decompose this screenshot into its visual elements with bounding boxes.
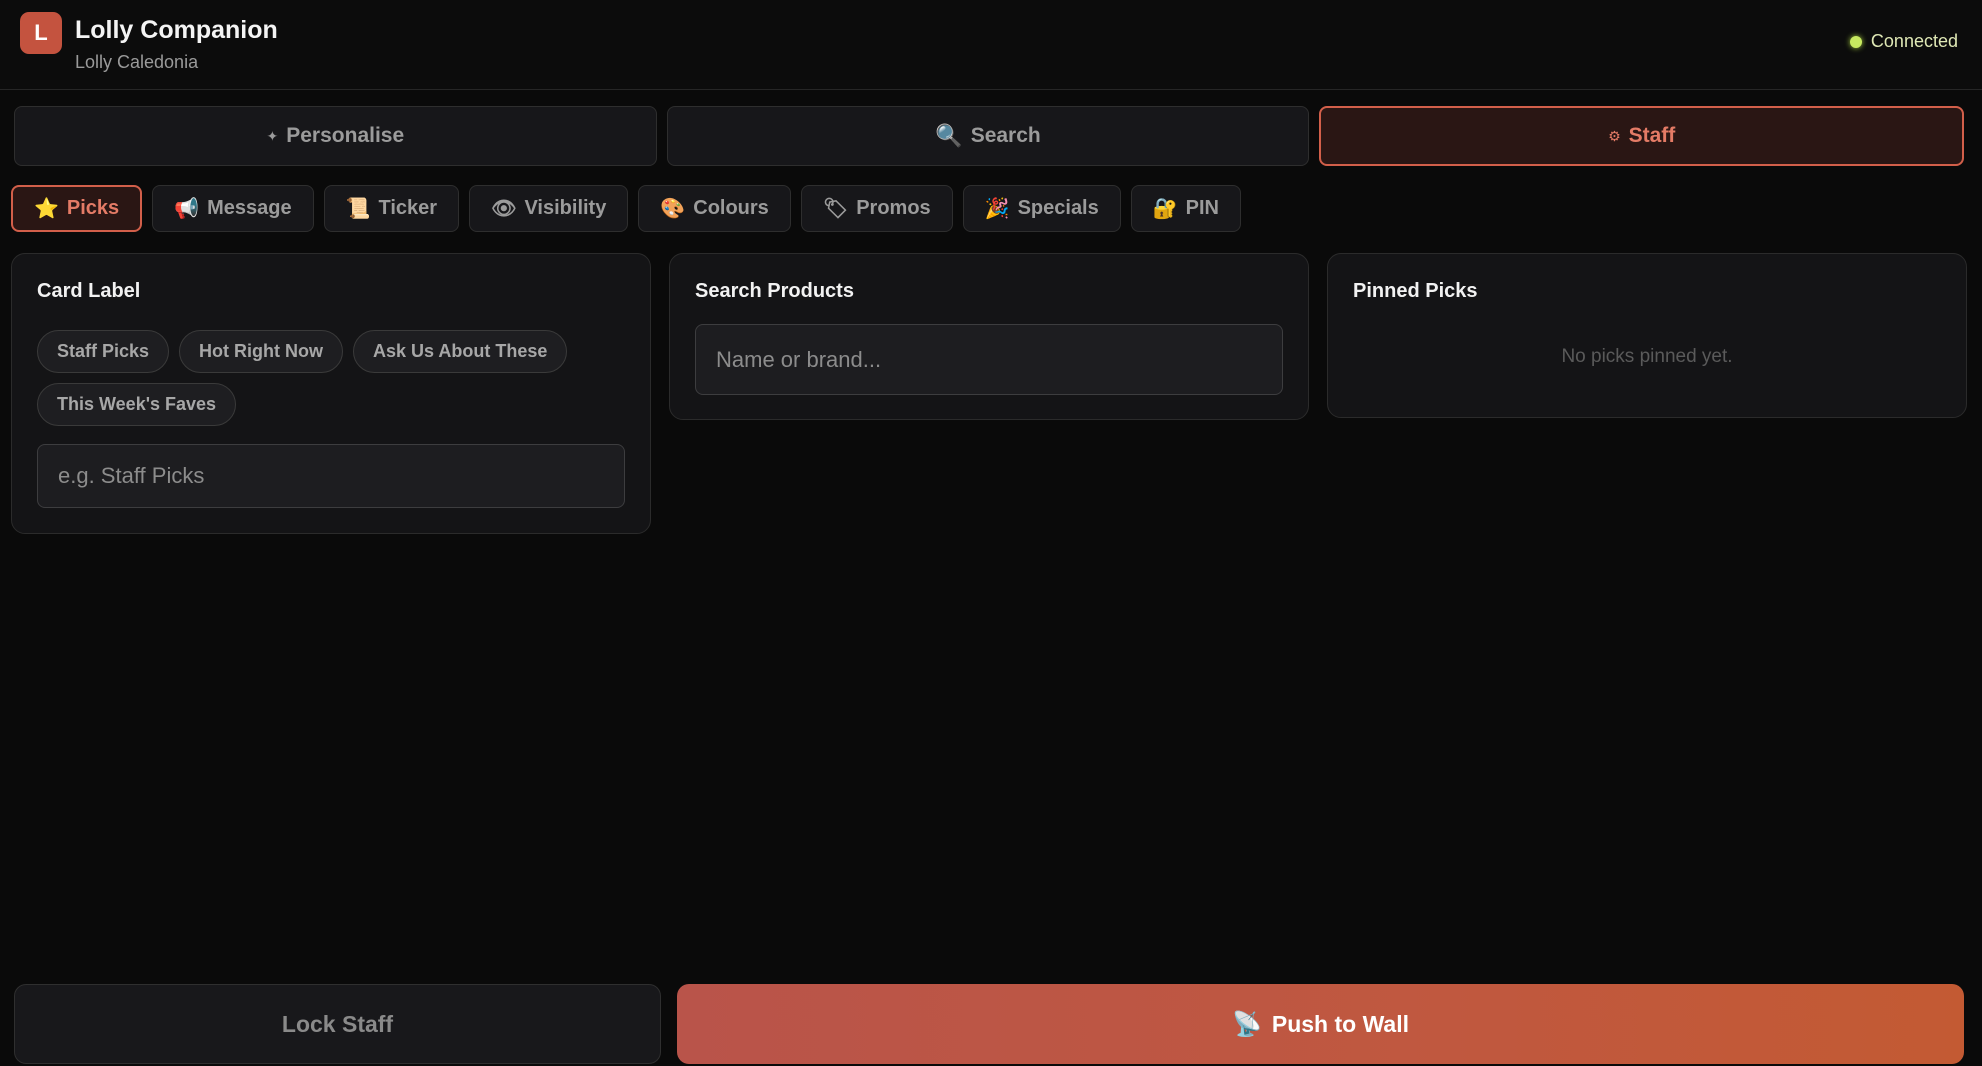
subtab-ticker[interactable]: 📜 Ticker [323, 185, 460, 232]
header: L Lolly Companion Lolly Caledonia Connec… [0, 0, 1982, 90]
subtab-colours[interactable]: 🎨 Colours [638, 185, 791, 232]
app-logo: L [20, 12, 62, 54]
app-root: L Lolly Companion Lolly Caledonia Connec… [0, 0, 1982, 1066]
tab-label: Personalise [286, 124, 405, 147]
card-label-panel: Card Label Staff Picks Hot Right Now Ask… [11, 253, 651, 534]
scroll-icon: 📜 [345, 198, 371, 220]
label-preset-chips: Staff Picks Hot Right Now Ask Us About T… [37, 330, 637, 426]
subtab-pin[interactable]: 🔐 PIN [1130, 185, 1241, 232]
eye-icon: 👁 [491, 198, 517, 220]
subtab-label: PIN [1185, 197, 1219, 219]
subtab-visibility[interactable]: 👁 Visibility [469, 185, 629, 232]
subtab-promos[interactable]: 🏷 Promos [800, 185, 953, 232]
chip-staff-picks[interactable]: Staff Picks [37, 330, 170, 373]
chip-hot-right-now[interactable]: Hot Right Now [179, 330, 344, 373]
subtab-label: Visibility [524, 197, 607, 219]
subtab-label: Colours [693, 197, 769, 219]
tab-search[interactable]: 🔍 Search [666, 106, 1310, 166]
connection-status: Connected [1849, 31, 1958, 52]
panel-title: Search Products [695, 280, 854, 302]
subtab-label: Promos [856, 197, 931, 219]
panel-title: Card Label [37, 280, 141, 302]
pinned-picks-panel: Pinned Picks No picks pinned yet. [1327, 253, 1967, 418]
app-title: Lolly Companion [75, 16, 278, 44]
status-dot-icon [1849, 35, 1862, 48]
search-products-panel: Search Products [669, 253, 1309, 420]
subtab-label: Ticker [378, 197, 438, 219]
mode-tabs: ✦ Personalise 🔍 Search ⚙ Staff [14, 106, 1965, 166]
party-popper-icon: 🎉 [984, 198, 1010, 220]
subtab-specials[interactable]: 🎉 Specials [962, 185, 1121, 232]
sparkle-icon: ✦ [266, 127, 279, 144]
subtab-label: Picks [66, 197, 120, 219]
store-name: Lolly Caledonia [75, 52, 199, 72]
tab-personalise[interactable]: ✦ Personalise [14, 106, 657, 166]
panel-title: Pinned Picks [1353, 280, 1478, 302]
subtab-picks[interactable]: ⭐ Picks [11, 185, 143, 232]
tab-label: Staff [1628, 124, 1676, 147]
chip-this-weeks-faves[interactable]: This Week's Faves [37, 383, 237, 426]
gear-icon: ⚙ [1608, 127, 1621, 144]
tab-staff[interactable]: ⚙ Staff [1319, 106, 1965, 166]
tab-label: Search [970, 124, 1041, 147]
subtab-message[interactable]: 📢 Message [152, 185, 314, 232]
staff-sub-tabs: ⭐ Picks 📢 Message 📜 Ticker 👁 Visibility … [11, 185, 1241, 232]
card-label-input[interactable] [37, 444, 625, 508]
satellite-icon: 📡 [1231, 1010, 1262, 1038]
tag-icon: 🏷 [822, 198, 849, 220]
push-label: Push to Wall [1271, 1010, 1410, 1037]
product-search-input[interactable] [695, 324, 1283, 395]
star-icon: ⭐ [34, 198, 59, 220]
lock-key-icon: 🔐 [1152, 198, 1178, 220]
status-label: Connected [1870, 31, 1958, 51]
magnifier-icon: 🔍 [935, 123, 963, 148]
empty-state-message: No picks pinned yet. [1561, 346, 1733, 367]
lock-staff-button[interactable]: Lock Staff [14, 984, 661, 1064]
subtab-label: Specials [1017, 197, 1099, 219]
chip-ask-us-about-these[interactable]: Ask Us About These [353, 330, 568, 373]
megaphone-icon: 📢 [174, 198, 200, 220]
palette-icon: 🎨 [660, 198, 686, 220]
push-to-wall-button[interactable]: 📡 Push to Wall [677, 984, 1964, 1064]
subtab-label: Message [207, 197, 292, 219]
